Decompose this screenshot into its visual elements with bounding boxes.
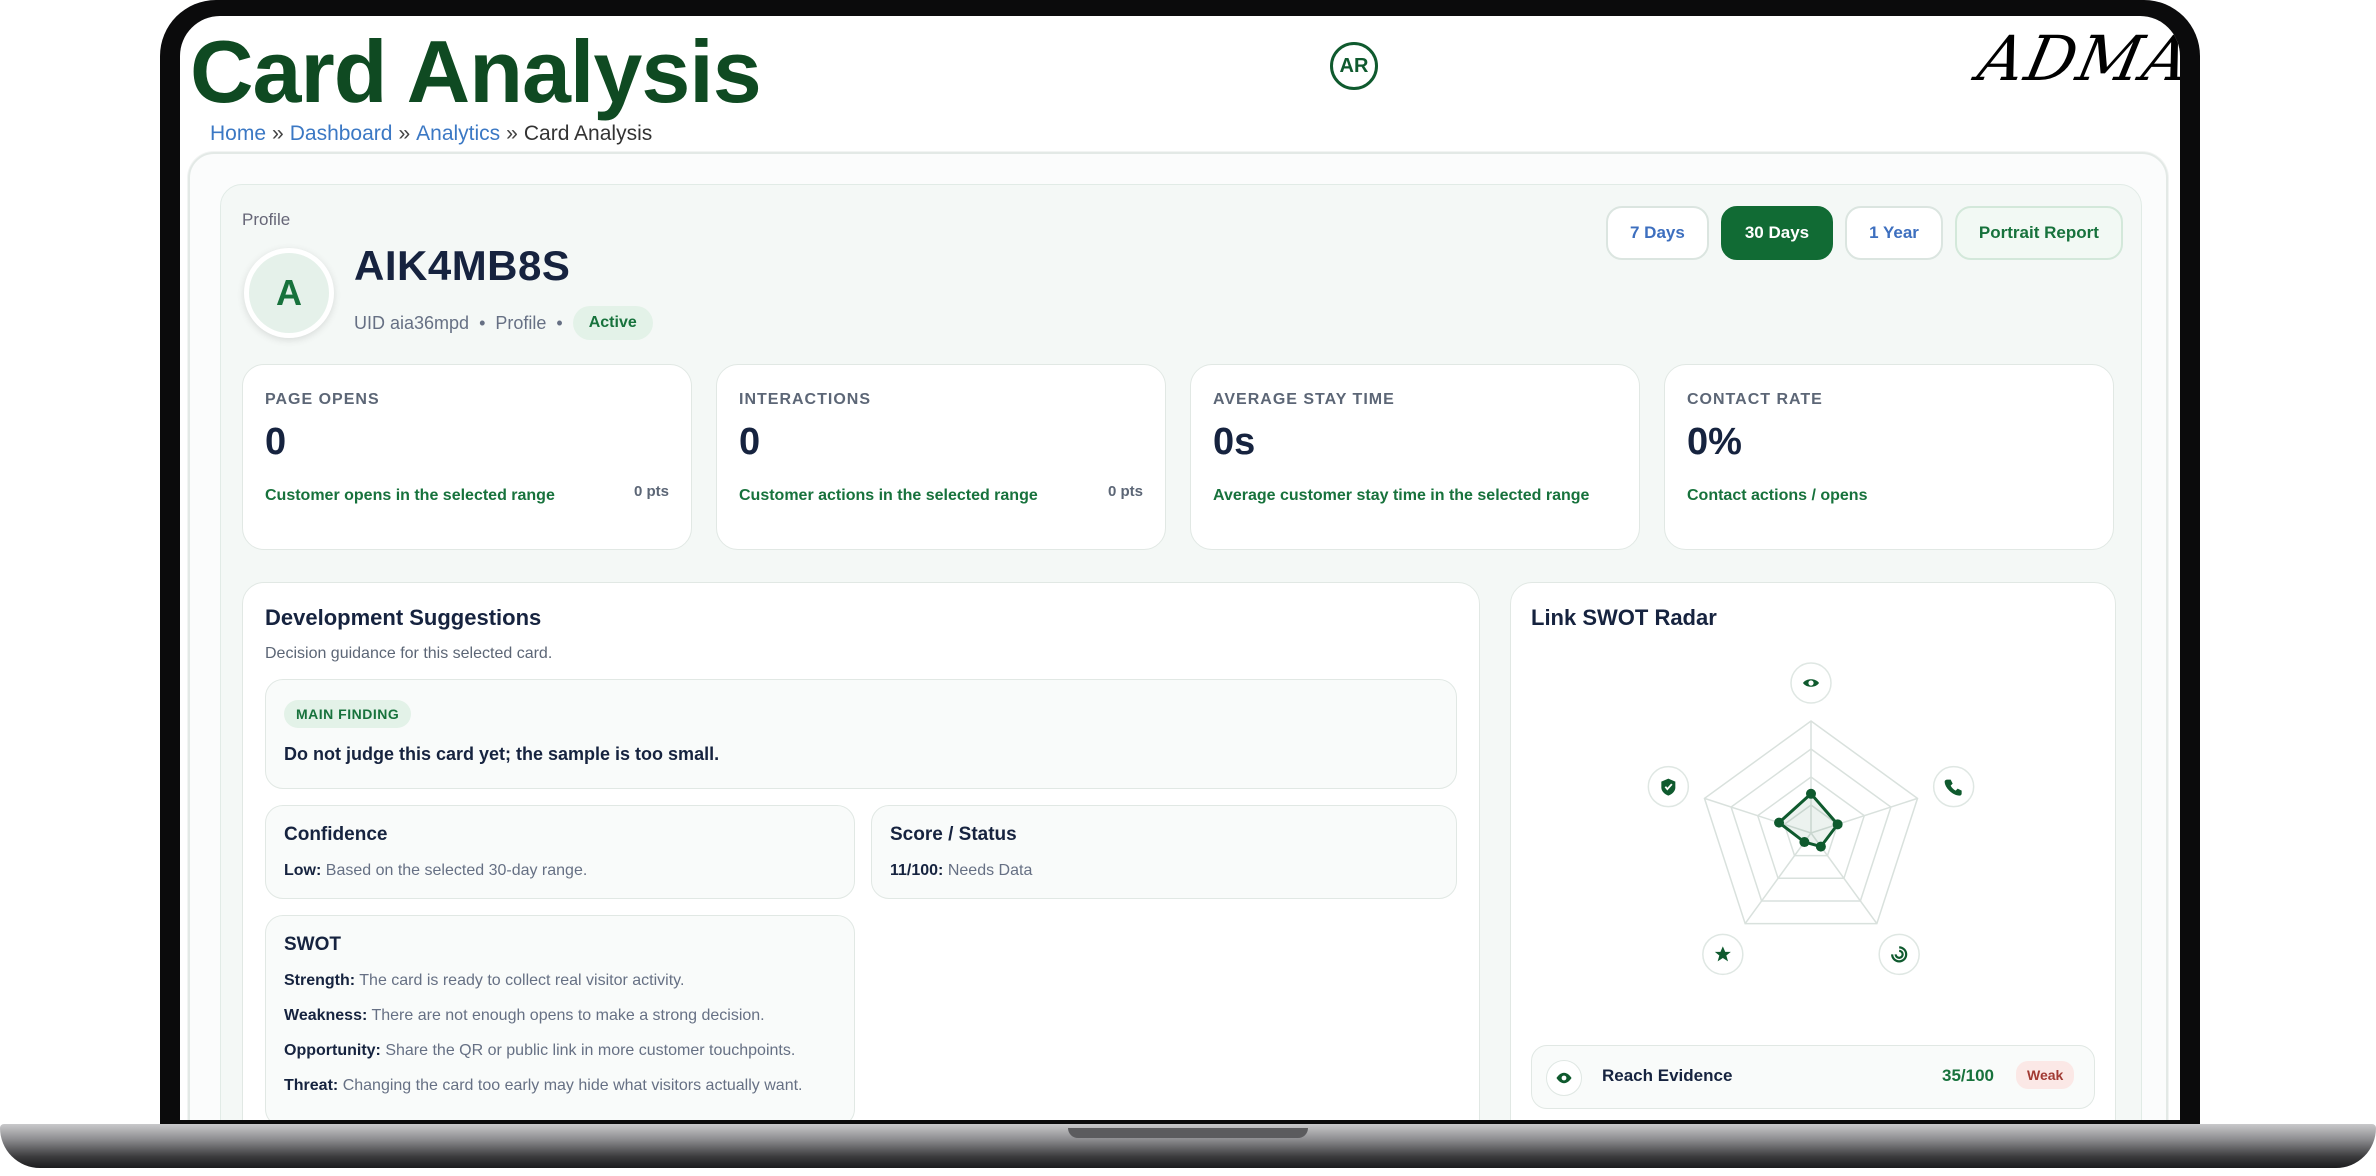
score-status-title: Score / Status — [890, 824, 1017, 845]
breadcrumb-dashboard-link[interactable]: Dashboard — [290, 122, 393, 145]
laptop-notch — [1068, 1128, 1308, 1138]
swot-title: SWOT — [284, 934, 341, 955]
confidence-text: Based on the selected 30-day range. — [325, 862, 588, 879]
kpi-value: 0s — [1213, 421, 1256, 463]
development-subtitle: Decision guidance for this selected card… — [265, 645, 553, 662]
evidence-score: 35/100 — [1942, 1066, 1994, 1085]
breadcrumb-separator: » — [506, 122, 518, 145]
kpi-value: 0 — [265, 421, 287, 463]
kpi-points: 0 pts — [1107, 483, 1143, 500]
swot-strength: Strength: The card is ready to collect r… — [284, 972, 684, 990]
meta-bullet: • — [556, 312, 563, 333]
profile-type: Profile — [495, 312, 547, 333]
confidence-line: Low: Based on the selected 30-day range. — [284, 862, 587, 880]
swot-label: Weakness: — [284, 1007, 368, 1024]
swot-label: Opportunity: — [284, 1042, 381, 1059]
radar-point — [1832, 819, 1843, 830]
kpi-description: Customer actions in the selected range — [739, 487, 1038, 504]
kpi-card-average-stay-time: AVERAGE STAY TIME 0s Average customer st… — [1190, 364, 1640, 550]
score-status-card: Score / Status 11/100: Needs Data — [871, 805, 1457, 899]
swot-weakness: Weakness: There are not enough opens to … — [284, 1007, 765, 1025]
confidence-title: Confidence — [284, 824, 388, 845]
user-avatar-button[interactable]: AR — [1330, 42, 1378, 90]
kpi-label: CONTACT RATE — [1687, 391, 1823, 408]
breadcrumb-current: Card Analysis — [523, 122, 653, 145]
radar-point — [1799, 837, 1810, 848]
radar-point — [1815, 841, 1826, 852]
phone-icon — [1932, 765, 1975, 808]
kpi-description: Customer opens in the selected range — [265, 487, 555, 504]
radar-title: Link SWOT Radar — [1531, 605, 1717, 630]
breadcrumb: Home» Dashboard» Analytics» Card Analysis — [210, 122, 652, 146]
evidence-weak-badge: Weak — [2016, 1061, 2075, 1089]
development-suggestions-card: Development Suggestions Decision guidanc… — [242, 582, 1480, 1120]
kpi-value: 0 — [739, 421, 761, 463]
breadcrumb-home-link[interactable]: Home — [210, 122, 266, 145]
range-30-days-button[interactable]: 30 Days — [1720, 206, 1834, 260]
star-icon — [1702, 933, 1744, 976]
radar-point — [1774, 817, 1785, 828]
swirl-icon — [1878, 933, 1920, 976]
breadcrumb-separator: » — [398, 122, 411, 145]
brand-logo: ADMAL — [1972, 22, 2180, 95]
profile-section-label: Profile — [242, 210, 291, 229]
profile-uid: UID aia36mpd — [354, 312, 470, 333]
breadcrumb-separator: » — [272, 122, 284, 145]
main-finding-tag: MAIN FINDING — [284, 700, 412, 728]
kpi-label: AVERAGE STAY TIME — [1213, 391, 1395, 408]
page-title: Card Analysis — [190, 22, 762, 121]
swot-threat: Threat: Changing the card too early may … — [284, 1077, 802, 1095]
swot-text: Share the QR or public link in more cust… — [385, 1042, 796, 1059]
confidence-card: Confidence Low: Based on the selected 30… — [265, 805, 855, 899]
confidence-level: Low: — [284, 862, 322, 879]
swot-opportunity: Opportunity: Share the QR or public link… — [284, 1042, 795, 1060]
kpi-card-contact-rate: CONTACT RATE 0% Contact actions / opens — [1664, 364, 2114, 550]
shield-icon — [1647, 765, 1690, 808]
kpi-value: 0% — [1687, 421, 1742, 463]
swot-label: Strength: — [284, 972, 356, 989]
range-selector: 7 Days 30 Days 1 Year Portrait Report — [1606, 206, 2123, 260]
meta-bullet: • — [479, 312, 486, 333]
swot-radar-chart — [1647, 662, 1975, 976]
score-status-line: 11/100: Needs Data — [890, 862, 1032, 880]
range-1-year-button[interactable]: 1 Year — [1845, 206, 1943, 260]
kpi-card-page-opens: PAGE OPENS 0 Customer opens in the selec… — [242, 364, 692, 550]
breadcrumb-analytics-link[interactable]: Analytics — [416, 122, 500, 145]
kpi-label: INTERACTIONS — [739, 391, 871, 408]
development-title: Development Suggestions — [265, 605, 542, 630]
radar-score-shape — [1776, 791, 1840, 849]
eye-icon — [1546, 1060, 1582, 1096]
evidence-label: Reach Evidence — [1602, 1066, 1733, 1085]
swot-text: There are not enough opens to make a str… — [371, 1007, 765, 1024]
profile-name: AIK4MB8S — [354, 242, 571, 289]
app-screen: Card Analysis AR ADMAL Home» Dashboard» An… — [180, 16, 2180, 1120]
swot-radar-card: Link SWOT Radar Reach Evidence 35/100 We… — [1510, 582, 2116, 1120]
swot-text: The card is ready to collect real visito… — [359, 972, 685, 989]
swot-card: SWOT Strength: The card is ready to coll… — [265, 915, 855, 1120]
swot-label: Threat: — [284, 1077, 339, 1094]
portrait-report-button[interactable]: Portrait Report — [1954, 206, 2123, 260]
kpi-card-interactions: INTERACTIONS 0 Customer actions in the s… — [716, 364, 1166, 550]
range-7-days-button[interactable]: 7 Days — [1606, 206, 1709, 260]
profile-avatar: A — [244, 248, 334, 338]
status-badge: Active — [572, 306, 653, 340]
score-text: Needs Data — [947, 862, 1033, 879]
profile-meta: UID aia36mpd • Profile • Active — [354, 306, 653, 340]
kpi-description: Average customer stay time in the select… — [1213, 487, 1590, 504]
kpi-description: Contact actions / opens — [1687, 487, 1868, 504]
reach-evidence-row[interactable]: Reach Evidence 35/100 Weak — [1531, 1045, 2095, 1109]
main-finding-box: MAIN FINDING Do not judge this card yet;… — [265, 679, 1457, 789]
kpi-points: 0 pts — [633, 483, 669, 500]
swot-text: Changing the card too early may hide wha… — [342, 1077, 803, 1094]
kpi-label: PAGE OPENS — [265, 391, 380, 408]
main-finding-text: Do not judge this card yet; the sample i… — [284, 744, 720, 764]
score-value: 11/100: — [890, 862, 944, 879]
eye-icon — [1790, 662, 1832, 704]
radar-point — [1806, 788, 1816, 799]
